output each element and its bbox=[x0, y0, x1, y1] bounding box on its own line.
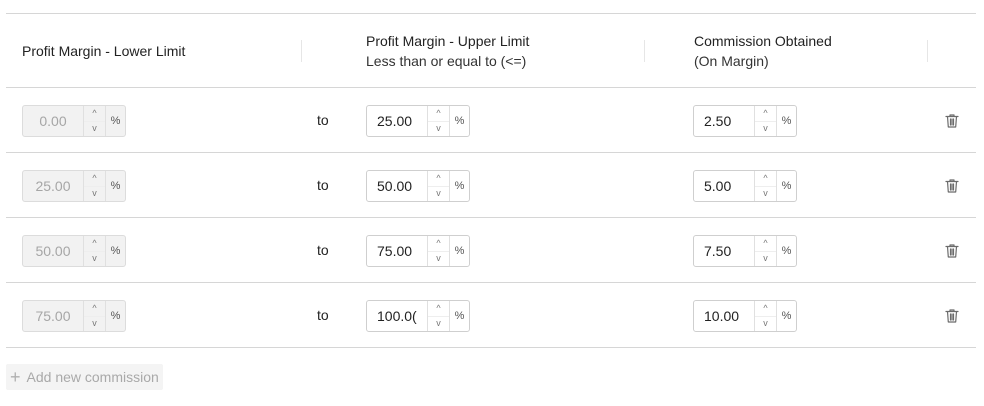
upper-limit-value[interactable]: 75.00 bbox=[367, 236, 427, 266]
trash-icon[interactable] bbox=[943, 242, 961, 260]
commission-input[interactable]: 10.00 ^ v % bbox=[693, 300, 797, 332]
decrement-icon[interactable]: v bbox=[755, 250, 776, 267]
increment-icon: ^ bbox=[92, 237, 97, 248]
table-row: 0.00 ^ v % to 25.00 ^ v % 2.50 ^ v % bbox=[6, 88, 976, 153]
decrement-icon[interactable]: v bbox=[428, 315, 449, 332]
table-row: 75.00 ^ v % to 100.0( ^ v % 10.00 ^ v % bbox=[6, 283, 976, 348]
upper-limit-value[interactable]: 50.00 bbox=[367, 171, 427, 201]
increment-icon[interactable]: ^ bbox=[428, 171, 449, 186]
header-commission-label: Commission Obtained bbox=[694, 33, 832, 49]
percent-unit: % bbox=[449, 106, 469, 136]
percent-unit: % bbox=[449, 236, 469, 266]
header-lower-limit-label: Profit Margin - Lower Limit bbox=[22, 43, 186, 59]
increment-icon[interactable]: ^ bbox=[755, 171, 776, 186]
commission-input[interactable]: 5.00 ^ v % bbox=[693, 170, 797, 202]
lower-limit-input: 50.00 ^ v % bbox=[22, 235, 126, 267]
header-divider bbox=[301, 40, 302, 62]
header-upper-limit: Profit Margin - Upper Limit Less than or… bbox=[366, 14, 529, 88]
to-label: to bbox=[317, 112, 329, 128]
increment-icon[interactable]: ^ bbox=[755, 236, 776, 251]
stepper-arrows: ^ v bbox=[83, 301, 105, 331]
stepper-arrows: ^ v bbox=[83, 171, 105, 201]
trash-icon[interactable] bbox=[943, 177, 961, 195]
add-commission-button[interactable]: + Add new commission bbox=[6, 364, 163, 390]
stepper-arrows: ^ v bbox=[427, 236, 449, 266]
percent-unit: % bbox=[105, 171, 125, 201]
to-label: to bbox=[317, 307, 329, 323]
decrement-icon: v bbox=[84, 315, 105, 332]
stepper-arrows: ^ v bbox=[754, 106, 776, 136]
increment-icon[interactable]: ^ bbox=[428, 106, 449, 121]
commission-value[interactable]: 7.50 bbox=[694, 236, 754, 266]
trash-icon[interactable] bbox=[943, 112, 961, 130]
add-commission-label: Add new commission bbox=[26, 369, 159, 385]
decrement-icon[interactable]: v bbox=[755, 315, 776, 332]
commission-input[interactable]: 7.50 ^ v % bbox=[693, 235, 797, 267]
header-upper-limit-sublabel: Less than or equal to (<=) bbox=[366, 53, 527, 69]
to-label: to bbox=[317, 242, 329, 258]
percent-unit: % bbox=[105, 301, 125, 331]
decrement-icon[interactable]: v bbox=[755, 120, 776, 137]
lower-limit-input: 75.00 ^ v % bbox=[22, 300, 126, 332]
increment-icon: ^ bbox=[92, 302, 97, 313]
stepper-arrows: ^ v bbox=[83, 236, 105, 266]
to-label: to bbox=[317, 177, 329, 193]
lower-limit-input: 0.00 ^ v % bbox=[22, 105, 126, 137]
upper-limit-input[interactable]: 25.00 ^ v % bbox=[366, 105, 470, 137]
upper-limit-input[interactable]: 75.00 ^ v % bbox=[366, 235, 470, 267]
header-commission-sublabel: (On Margin) bbox=[694, 53, 769, 69]
decrement-icon: v bbox=[84, 185, 105, 202]
stepper-arrows: ^ v bbox=[83, 106, 105, 136]
header-divider bbox=[644, 40, 645, 62]
decrement-icon[interactable]: v bbox=[428, 120, 449, 137]
percent-unit: % bbox=[776, 106, 796, 136]
lower-limit-value: 25.00 bbox=[35, 178, 71, 194]
table-header: Profit Margin - Lower Limit Profit Margi… bbox=[6, 14, 976, 88]
upper-limit-input[interactable]: 50.00 ^ v % bbox=[366, 170, 470, 202]
commission-value[interactable]: 2.50 bbox=[694, 106, 754, 136]
header-commission: Commission Obtained (On Margin) bbox=[694, 14, 832, 88]
increment-icon: ^ bbox=[92, 107, 97, 118]
percent-unit: % bbox=[105, 106, 125, 136]
stepper-arrows: ^ v bbox=[427, 171, 449, 201]
header-lower-limit: Profit Margin - Lower Limit bbox=[22, 14, 185, 88]
percent-unit: % bbox=[776, 171, 796, 201]
upper-limit-value[interactable]: 25.00 bbox=[367, 106, 427, 136]
lower-limit-value: 0.00 bbox=[39, 113, 67, 129]
increment-icon[interactable]: ^ bbox=[428, 301, 449, 316]
table-row: 25.00 ^ v % to 50.00 ^ v % 5.00 ^ v % bbox=[6, 153, 976, 218]
increment-icon[interactable]: ^ bbox=[428, 236, 449, 251]
decrement-icon[interactable]: v bbox=[428, 185, 449, 202]
stepper-arrows: ^ v bbox=[427, 301, 449, 331]
increment-icon: ^ bbox=[92, 172, 97, 183]
stepper-arrows: ^ v bbox=[754, 171, 776, 201]
lower-limit-input: 25.00 ^ v % bbox=[22, 170, 126, 202]
plus-icon: + bbox=[10, 367, 21, 387]
percent-unit: % bbox=[776, 301, 796, 331]
percent-unit: % bbox=[105, 236, 125, 266]
percent-unit: % bbox=[449, 171, 469, 201]
percent-unit: % bbox=[776, 236, 796, 266]
upper-limit-input[interactable]: 100.0( ^ v % bbox=[366, 300, 470, 332]
decrement-icon[interactable]: v bbox=[755, 185, 776, 202]
trash-icon[interactable] bbox=[943, 307, 961, 325]
header-upper-limit-label: Profit Margin - Upper Limit bbox=[366, 33, 530, 49]
increment-icon[interactable]: ^ bbox=[755, 301, 776, 316]
commission-input[interactable]: 2.50 ^ v % bbox=[693, 105, 797, 137]
percent-unit: % bbox=[449, 301, 469, 331]
stepper-arrows: ^ v bbox=[427, 106, 449, 136]
commission-value[interactable]: 10.00 bbox=[694, 301, 754, 331]
commission-value[interactable]: 5.00 bbox=[694, 171, 754, 201]
stepper-arrows: ^ v bbox=[754, 236, 776, 266]
stepper-arrows: ^ v bbox=[754, 301, 776, 331]
decrement-icon[interactable]: v bbox=[428, 250, 449, 267]
upper-limit-value[interactable]: 100.0( bbox=[367, 301, 427, 331]
lower-limit-value: 50.00 bbox=[35, 243, 71, 259]
header-divider bbox=[927, 40, 928, 62]
decrement-icon: v bbox=[84, 120, 105, 137]
increment-icon[interactable]: ^ bbox=[755, 106, 776, 121]
decrement-icon: v bbox=[84, 250, 105, 267]
table-row: 50.00 ^ v % to 75.00 ^ v % 7.50 ^ v % bbox=[6, 218, 976, 283]
lower-limit-value: 75.00 bbox=[35, 308, 71, 324]
